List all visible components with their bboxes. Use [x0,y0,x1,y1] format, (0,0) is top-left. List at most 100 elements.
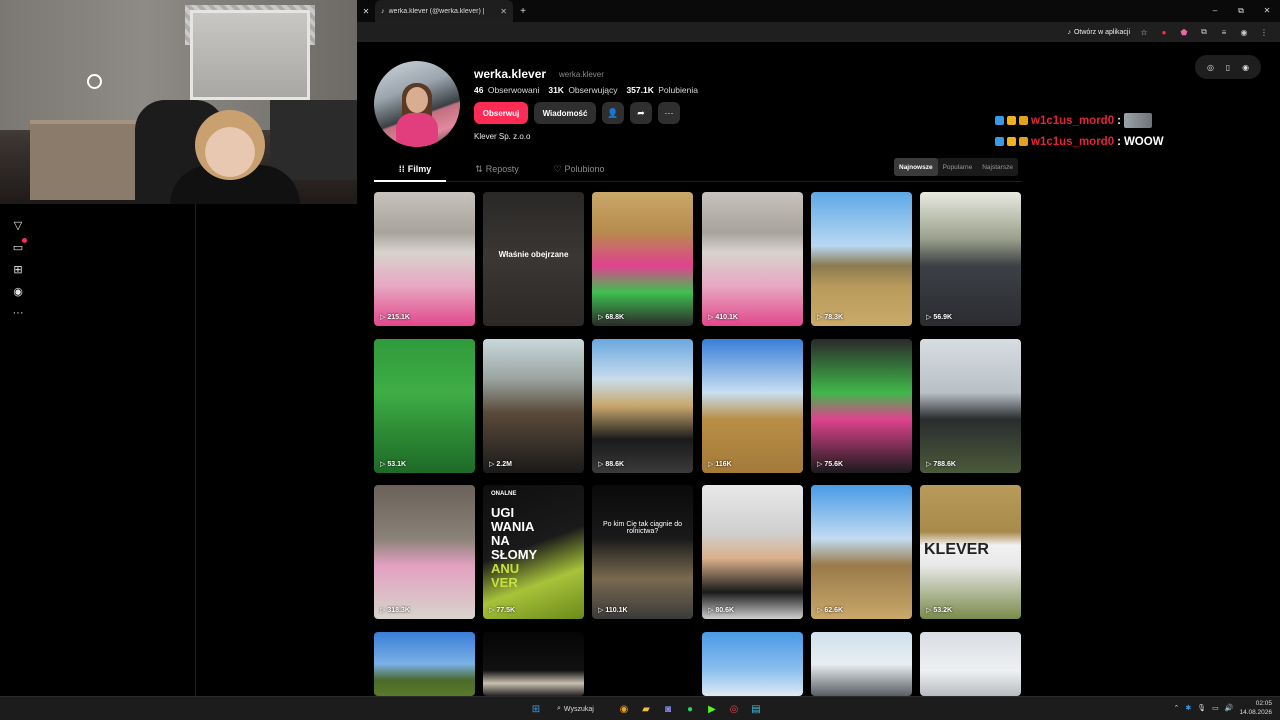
video-thumbnail[interactable]: ▷ 318.3K [374,485,475,619]
video-thumbnail[interactable]: ▷ 78.3K [811,192,912,326]
spotify-icon[interactable]: ● [681,700,699,718]
webcam-couch [270,100,357,180]
shield-icon[interactable]: ⬟ [1178,26,1190,38]
profile-icon[interactable]: ◉ [1238,26,1250,38]
video-thumbnail[interactable]: ▷ 88.6K [592,339,693,473]
following-stat[interactable]: 46 Obserwowani [474,85,539,95]
network-icon[interactable]: ▭ [1212,704,1219,712]
video-thumbnail[interactable]: Po kim Cię tak ciągnie do rolnictwa? ▷ 110… [592,485,693,619]
video-thumbnail[interactable]: ▷ 788.6K [920,339,1021,473]
video-thumbnail[interactable] [374,632,475,696]
open-in-app-button[interactable]: ♪ Otwórz w aplikacji [1067,29,1130,36]
window-close-button[interactable]: ✕ [1254,0,1280,22]
kick-icon[interactable]: ▶ [703,700,721,718]
sort-oldest[interactable]: Najstarsze [977,158,1018,176]
follow-button[interactable]: Obserwuj [474,102,528,124]
avatar-icon[interactable]: ◉ [8,280,28,302]
video-thumbnail[interactable]: ▷ 53.1K [374,339,475,473]
new-tab-button[interactable]: + [513,6,533,17]
obs-icon[interactable]: ◎ [725,700,743,718]
add-icon[interactable]: ⊞ [8,258,28,280]
maximize-button[interactable]: ⧉ [1228,0,1254,22]
video-thumbnail[interactable]: ONALNE UGI WANIA NA SŁOMY ANU VER ▷ 77.5K [483,485,584,619]
video-thumbnail[interactable]: ▷ 75.6K [811,339,912,473]
play-icon: ▷ [380,607,386,614]
play-icon: ▷ [926,314,932,321]
view-count: ▷ 110.1K [598,606,628,615]
video-thumbnail[interactable]: KLEVER ▷ 53.2K [920,485,1021,619]
extension-icon[interactable]: ● [1158,26,1170,38]
chrome-icon[interactable]: ◉ [615,700,633,718]
minimize-button[interactable]: – [1202,0,1228,22]
video-thumbnail[interactable] [702,632,803,696]
message-button[interactable]: Wiadomość [534,102,596,124]
share-icon[interactable]: ➦ [630,102,652,124]
cast-icon[interactable]: ≡ [1218,26,1230,38]
followers-stat[interactable]: 31K Obserwujący [548,85,617,95]
chat-username: w1c1us_mord0 [1031,135,1115,148]
close-icon[interactable]: ✕ [357,7,375,16]
liked-icon: ♡ [553,163,562,174]
profile-tabs: ⁞⁞ Filmy ⇅ Reposty ♡ Polubiono [374,158,620,180]
star-icon[interactable]: ☆ [1138,26,1150,38]
add-friend-icon[interactable]: 👤 [602,102,624,124]
view-count: ▷ 62.6K [817,606,844,615]
chat-message: w1c1us_mord0 : [995,110,1164,131]
sort-newest[interactable]: Najnowsze [894,158,938,176]
sort-popular[interactable]: Popularne [938,158,978,176]
badge-icon [1019,116,1028,125]
chevron-up-icon[interactable]: ⌃ [1173,704,1179,712]
video-thumbnail[interactable]: ▷ 56.9K [920,192,1021,326]
play-icon: ▷ [380,314,386,321]
view-count: ▷ 88.6K [598,460,625,469]
play-icon: ▷ [708,314,714,321]
discord-icon[interactable]: ◙ [659,700,677,718]
tab-title: werka.klever (@werka.klever) | [388,7,485,15]
filter-icon[interactable]: ▽ [8,214,28,236]
search-icon: ⌕ [557,705,561,712]
more-icon[interactable]: ··· [8,302,28,324]
compass-icon[interactable]: ◎ [1207,63,1214,72]
video-thumbnail[interactable] [592,632,693,696]
start-icon[interactable]: ⊞ [527,700,545,718]
volume-icon[interactable]: 🔊 [1225,704,1234,712]
video-thumbnail[interactable]: ▷ 116K [702,339,803,473]
video-overlay-text: ONALNE [491,491,517,497]
video-thumbnail[interactable]: Właśnie obejrzane [483,192,584,326]
tab-liked[interactable]: ♡ Polubiono [538,158,620,180]
video-thumbnail[interactable]: ▷ 80.6K [702,485,803,619]
folder-icon[interactable]: ▰ [637,700,655,718]
play-icon: ▷ [817,607,823,614]
bluetooth-icon[interactable]: ✱ [1185,704,1191,712]
video-thumbnail[interactable] [483,632,584,696]
video-thumbnail[interactable]: ▷ 62.6K [811,485,912,619]
tiktok-icon: ♪ [381,7,385,15]
tab-videos[interactable]: ⁞⁞ Filmy [374,158,456,180]
puzzle-icon[interactable]: ⧉ [1198,26,1210,38]
video-thumbnail[interactable] [811,632,912,696]
video-thumbnail[interactable]: ▷ 2.2M [483,339,584,473]
video-thumbnail[interactable]: ▷ 68.8K [592,192,693,326]
view-count: ▷ 2.2M [489,460,512,469]
view-count: ▷ 410.1K [708,313,738,322]
notepad-icon[interactable]: ▤ [747,700,765,718]
taskbar-search[interactable]: ⌕ Wyszukaj [549,700,611,718]
view-count: ▷ 53.2K [926,606,953,615]
menu-icon[interactable]: ⋮ [1258,26,1270,38]
clock[interactable]: 02:05 14.08.2026 [1239,699,1272,717]
browser-tab[interactable]: ♪ werka.klever (@werka.klever) | ✕ [375,0,513,22]
profile-username: werka.klever [474,67,547,81]
tab-close-icon[interactable]: ✕ [500,7,507,16]
tab-reposts[interactable]: ⇅ Reposty [456,158,538,180]
video-thumbnail[interactable] [920,632,1021,696]
chat-icon[interactable]: ▭ [8,236,28,258]
mic-icon[interactable]: 🎙 [1197,704,1206,712]
video-thumbnail[interactable]: ▷ 410.1K [702,192,803,326]
user-avatar-icon[interactable]: ◉ [1242,63,1249,72]
view-count: ▷ 78.3K [817,313,844,322]
phone-icon[interactable]: ▯ [1226,63,1230,72]
more-options-icon[interactable]: ··· [658,102,680,124]
grid-icon: ⁞⁞ [398,164,405,174]
video-thumbnail[interactable]: ▷ 215.1K [374,192,475,326]
chat-text: WOOW [1123,135,1164,148]
